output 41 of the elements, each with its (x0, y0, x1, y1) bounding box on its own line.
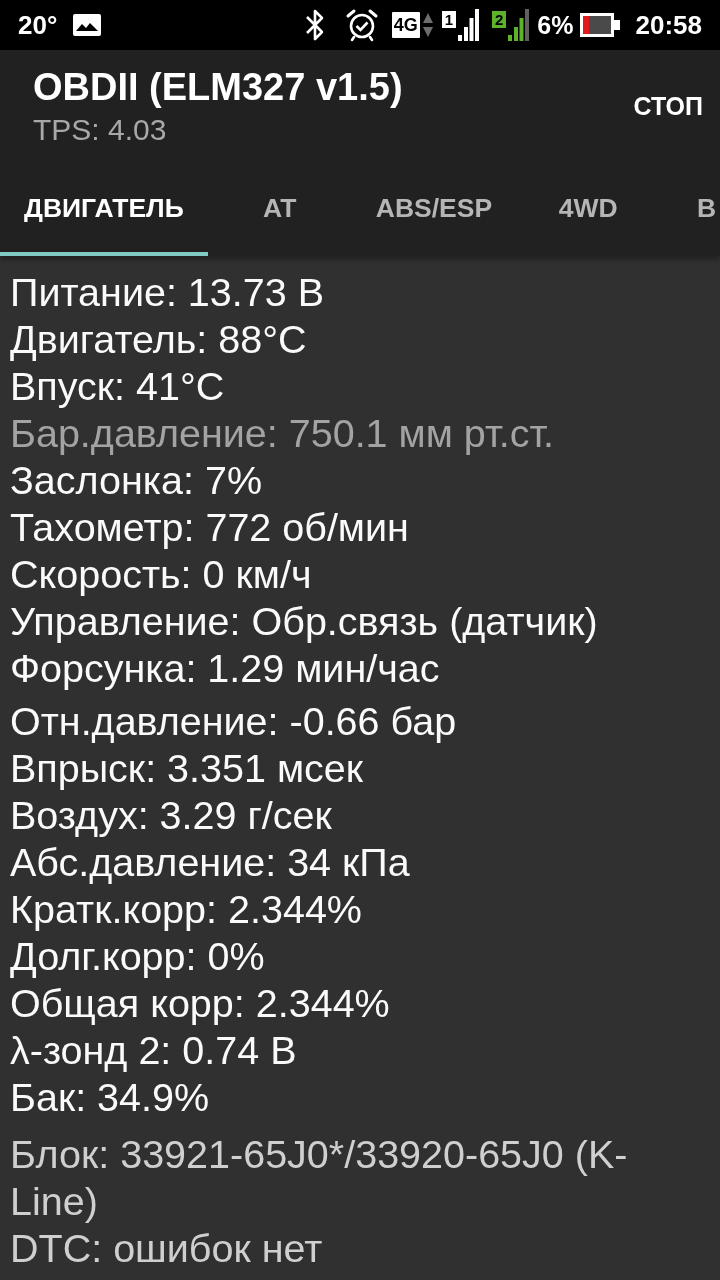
signal-icon (508, 9, 530, 41)
stop-button[interactable]: СТОП (616, 81, 720, 131)
sensor-reading: Впуск: 41°C (10, 363, 226, 410)
tab[interactable]: 4WD (516, 162, 661, 256)
info-text: Блок: 33921-65J0*/33920-65J0 (K-Line) (10, 1131, 629, 1225)
sensor-reading: Форсунка: 1.29 мин/час (10, 645, 441, 692)
sensor-reading: Бак: 34.9% (10, 1074, 211, 1121)
sensor-reading: Долг.корр: 0% (10, 933, 266, 980)
sensor-reading: Двигатель: 88°C (10, 316, 308, 363)
sensor-reading: Впрыск: 3.351 мсек (10, 745, 365, 792)
tab[interactable]: ДВИГАТЕЛЬ (0, 162, 208, 256)
alarm-clock-icon (344, 8, 379, 42)
sensor-reading: λ-зонд 2: 0.74 В (10, 1027, 298, 1074)
sim-number: 2 (492, 11, 507, 28)
sensor-reading: Кратк.корр: 2.344% (10, 886, 363, 933)
network-type-label: 4G (391, 12, 420, 38)
sim-number: 1 (441, 11, 456, 28)
clock-text: 20:58 (635, 10, 702, 40)
sensor-reading: Абс.давление: 34 кПа (10, 839, 411, 886)
battery-percent-text: 6% (537, 10, 574, 40)
sensor-reading: Бар.давление: 750.1 мм рт.ст. (10, 410, 556, 457)
sensor-reading: Общая корр: 2.344% (10, 980, 391, 1027)
sensor-reading: Управление: Обр.связь (датчик) (10, 598, 599, 645)
battery-icon (579, 13, 620, 37)
bluetooth-icon (303, 8, 326, 42)
sensor-reading: Заслонка: 7% (10, 457, 263, 504)
data-arrows-icon (422, 12, 433, 38)
app-title: OBDII (ELM327 v1.5) (33, 66, 404, 108)
sensor-reading: Воздух: 3.29 г/сек (10, 792, 333, 839)
tab[interactable]: ABS/ESP (351, 162, 517, 256)
temperature-text: 20° (18, 10, 58, 40)
sensor-reading: Отн.давление: -0.66 бар (10, 698, 458, 745)
sensor-reading: Скорость: 0 км/ч (10, 551, 313, 598)
image-icon (73, 14, 102, 36)
tab[interactable]: AT (207, 162, 352, 256)
info-text: DTC: ошибок нет (10, 1225, 324, 1272)
sensor-reading: Тахометр: 772 об/мин (10, 504, 410, 551)
sensor-reading: Питание: 13.73 В (10, 269, 326, 316)
app-subtitle: TPS: 4.03 (33, 114, 168, 146)
signal-icon (458, 9, 479, 41)
tab[interactable]: В (660, 162, 717, 256)
